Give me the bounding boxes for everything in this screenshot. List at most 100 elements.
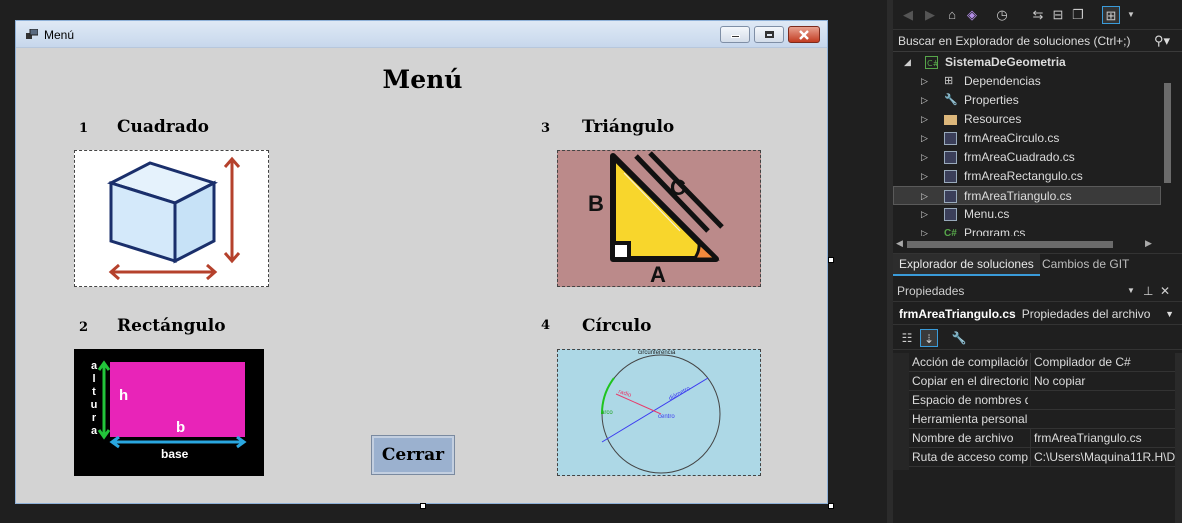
- collapsed-arrow-icon[interactable]: ▷: [921, 224, 928, 236]
- tree-vertical-scrollbar[interactable]: [1161, 53, 1174, 236]
- tree-horizontal-scrollbar[interactable]: ◀ ▶: [893, 236, 1161, 252]
- collapsed-arrow-icon[interactable]: ▷: [921, 91, 928, 110]
- b-label: b: [176, 419, 186, 436]
- solution-explorer-toolbar: ◀ ▶ ⌂ ◈ ◷ ⇆ ⊟ ❐ ⊞ ▼: [893, 0, 1182, 30]
- property-row[interactable]: Herramienta personali: [909, 410, 1175, 429]
- svg-text:C#: C#: [927, 59, 938, 68]
- history-icon[interactable]: ◷: [993, 6, 1011, 24]
- collapsed-arrow-icon[interactable]: ▷: [921, 129, 928, 148]
- triangle-picture[interactable]: B C A: [557, 150, 761, 287]
- tree-item-frmareacuadrado[interactable]: ▷ frmAreaCuadrado.cs: [893, 148, 1161, 167]
- title-bar[interactable]: Menú: [16, 21, 827, 48]
- vs-switch-icon[interactable]: ◈: [963, 6, 981, 24]
- alphabetical-icon[interactable]: ⇣: [920, 329, 938, 347]
- sync-icon[interactable]: ⇆: [1029, 6, 1047, 24]
- properties-scrollbar[interactable]: [1175, 353, 1182, 523]
- circle-diagram: [600, 354, 721, 474]
- property-row[interactable]: Nombre de archivo frmAreaTriangulo.cs: [909, 429, 1175, 448]
- collapsed-arrow-icon[interactable]: ▷: [921, 110, 928, 129]
- tree-item-project[interactable]: ◢ C# SistemaDeGeometria: [893, 53, 1161, 72]
- form-designer-surface: Menú Menú 1 Cuadrado 2 Rectángulo a l t …: [0, 0, 887, 523]
- circle-picture[interactable]: circunferencia radio diámetro centro arc…: [557, 349, 761, 476]
- resize-handle-corner[interactable]: [828, 503, 834, 509]
- tree-item-resources[interactable]: ▷ Resources: [893, 110, 1161, 129]
- properties-panel: Propiedades ▼ ⊥ ✕ frmAreaTriangulo.cs Pro…: [893, 280, 1182, 523]
- tree-item-frmareatriangulo[interactable]: ▷ frmAreaTriangulo.cs: [893, 186, 1161, 205]
- search-icon: ⚲▾: [1153, 33, 1170, 48]
- tree-item-dependencias[interactable]: ▷ ⊞ Dependencias: [893, 72, 1161, 91]
- item-label-cuadrado: Cuadrado: [117, 117, 209, 137]
- item-label-triangulo: Triángulo: [582, 117, 675, 137]
- tree-item-frmareacirculo[interactable]: ▷ frmAreaCirculo.cs: [893, 129, 1161, 148]
- collapsed-arrow-icon[interactable]: ▷: [921, 148, 928, 167]
- tree-item-properties[interactable]: ▷ 🔧 Properties: [893, 91, 1161, 110]
- minimize-icon: [731, 35, 740, 38]
- collapse-icon[interactable]: ⊟: [1049, 6, 1067, 24]
- collapsed-arrow-icon[interactable]: ▷: [921, 187, 928, 206]
- properties-object-selector[interactable]: frmAreaTriangulo.cs Propiedades del archi…: [893, 303, 1182, 325]
- altura-label: altura: [90, 360, 98, 437]
- properties-header: Propiedades ▼ ⊥ ✕: [893, 280, 1182, 302]
- item-number-1: 1: [79, 121, 89, 136]
- scroll-right-icon[interactable]: ▶: [1145, 238, 1152, 249]
- minimize-button[interactable]: [720, 26, 750, 43]
- form-icon: [944, 132, 957, 145]
- item-number-4: 4: [541, 318, 551, 333]
- resize-handle-right[interactable]: [828, 257, 834, 263]
- solution-search-input[interactable]: Buscar en Explorador de soluciones (Ctrl…: [893, 31, 1182, 52]
- cube-picture[interactable]: [74, 150, 269, 287]
- categorized-icon[interactable]: ☷: [898, 329, 916, 347]
- solution-tabs: Explorador de soluciones Cambios de GIT: [893, 253, 1182, 276]
- dependencies-icon: ⊞: [944, 75, 954, 87]
- app-window-icon: [26, 29, 38, 39]
- property-pages-icon[interactable]: 🔧: [950, 329, 968, 347]
- property-row[interactable]: Ruta de acceso compl C:\Users\Maquina11R.…: [909, 448, 1175, 467]
- centro-label: centro: [658, 414, 675, 420]
- scroll-thumb[interactable]: [907, 241, 1113, 248]
- back-icon[interactable]: ◀: [899, 6, 917, 24]
- close-window-button[interactable]: [788, 26, 820, 43]
- rectangle-picture[interactable]: altura h b base: [74, 349, 264, 476]
- dropdown-icon[interactable]: ▼: [1122, 6, 1140, 24]
- tree-item-program[interactable]: ▷ C# Program.cs: [893, 224, 1161, 236]
- form-icon: [944, 208, 957, 221]
- view-switch-icon[interactable]: ⊞: [1102, 6, 1120, 24]
- scroll-thumb[interactable]: [1164, 83, 1171, 183]
- form-icon: [944, 190, 957, 203]
- property-row[interactable]: Copiar en el directorio No copiar: [909, 372, 1175, 391]
- tree-item-frmarearectangulo[interactable]: ▷ frmAreaRectangulo.cs: [893, 167, 1161, 186]
- collapsed-arrow-icon[interactable]: ▷: [921, 167, 928, 186]
- item-label-circulo: Círculo: [582, 316, 652, 336]
- solution-tree: ◢ C# SistemaDeGeometria ▷ ⊞ Dependencias…: [893, 53, 1161, 236]
- form-window[interactable]: Menú Menú 1 Cuadrado 2 Rectángulo a l t …: [15, 20, 828, 504]
- form-icon: [944, 151, 957, 164]
- close-panel-icon[interactable]: ✕: [1160, 280, 1170, 302]
- tree-item-menu[interactable]: ▷ Menu.cs: [893, 205, 1161, 224]
- form-title: Menú: [382, 65, 463, 94]
- resize-handle-bottom[interactable]: [420, 503, 426, 509]
- property-row[interactable]: Acción de compilación Compilador de C#: [909, 353, 1175, 372]
- solution-explorer: ◀ ▶ ⌂ ◈ ◷ ⇆ ⊟ ❐ ⊞ ▼ Buscar en Explorador…: [893, 0, 1182, 276]
- collapsed-arrow-icon[interactable]: ▷: [921, 205, 928, 224]
- arco-label: arco: [601, 410, 613, 416]
- item-number-3: 3: [541, 121, 551, 136]
- expanded-arrow-icon[interactable]: ◢: [904, 53, 911, 72]
- scroll-left-icon[interactable]: ◀: [896, 238, 903, 249]
- side-c-label: C: [670, 175, 686, 200]
- circunferencia-label: circunferencia: [638, 350, 676, 356]
- copy-icon[interactable]: ❐: [1069, 6, 1087, 24]
- tab-cambios-de-git[interactable]: Cambios de GIT: [1036, 254, 1135, 276]
- tab-explorador-de-soluciones[interactable]: Explorador de soluciones: [893, 254, 1040, 276]
- grid-gutter: [893, 353, 909, 470]
- property-row[interactable]: Espacio de nombres d: [909, 391, 1175, 410]
- csharp-icon: C#: [944, 228, 957, 236]
- side-b-label: B: [588, 191, 604, 216]
- collapsed-arrow-icon[interactable]: ▷: [921, 72, 928, 91]
- maximize-button[interactable]: [754, 26, 784, 43]
- home-icon[interactable]: ⌂: [943, 6, 961, 24]
- dropdown-icon[interactable]: ▼: [1127, 280, 1135, 302]
- cerrar-button[interactable]: Cerrar: [371, 435, 455, 475]
- forward-icon[interactable]: ▶: [921, 6, 939, 24]
- pin-icon[interactable]: ⊥: [1143, 280, 1153, 302]
- maximize-icon: [765, 31, 774, 38]
